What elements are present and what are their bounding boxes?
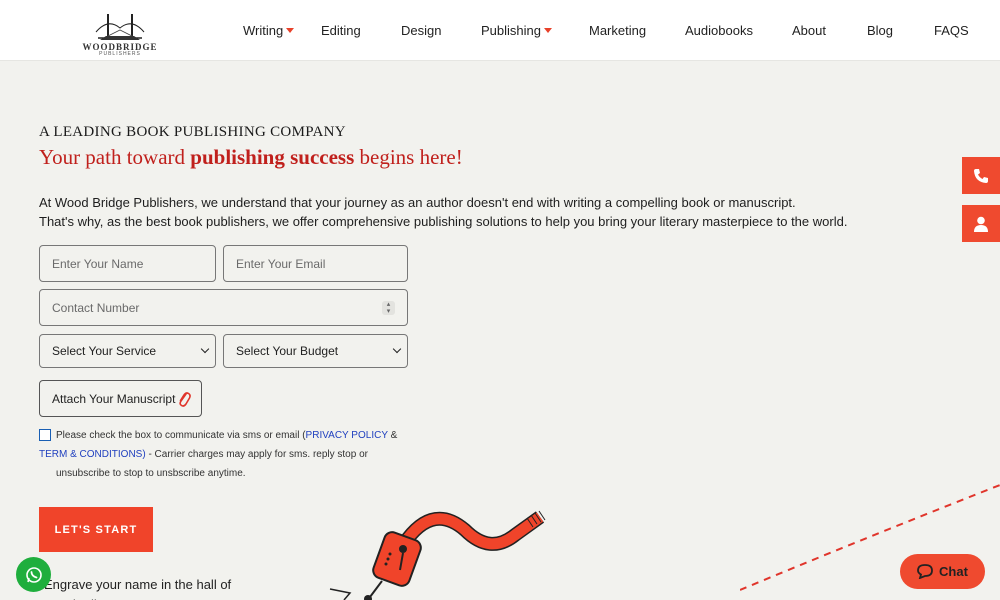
nav-label: Editing <box>321 23 361 38</box>
site-header: WOODBRIDGE PUBLISHERS Writing Editing De… <box>0 0 1000 61</box>
name-input[interactable] <box>52 256 215 271</box>
nav-label: Design <box>401 23 442 38</box>
hero-headline: Your path toward publishing success begi… <box>39 145 463 170</box>
consent-text-part: & <box>387 430 398 441</box>
nav-label: Audiobooks <box>685 23 753 38</box>
nav-writing[interactable]: Writing <box>243 23 295 38</box>
hero-eyebrow: A LEADING BOOK PUBLISHING COMPANY <box>39 124 346 140</box>
nav-label: About <box>792 23 826 38</box>
phone-field[interactable]: ▴▾ <box>39 289 408 326</box>
nav-blog[interactable]: Blog <box>867 23 893 38</box>
terms-link[interactable]: TERM & CONDITIONS) <box>39 449 146 460</box>
chat-bubble-icon <box>917 564 933 579</box>
chat-button[interactable]: Chat <box>900 554 985 589</box>
lets-start-button[interactable]: LET'S START <box>39 507 153 552</box>
site-logo[interactable]: WOODBRIDGE PUBLISHERS <box>82 10 158 57</box>
email-input[interactable] <box>236 256 407 271</box>
nav-label: Publishing <box>481 23 541 38</box>
logo-subtitle: PUBLISHERS <box>99 51 141 57</box>
chevron-down-icon <box>200 344 210 354</box>
intro-line: That's why, as the best book publishers,… <box>39 214 848 229</box>
name-field[interactable] <box>39 245 216 282</box>
bridge-logo-icon <box>95 14 145 40</box>
phone-input[interactable] <box>52 300 407 315</box>
engrave-text: Engrave your name in the hall of popular… <box>44 577 232 600</box>
phone-icon <box>974 168 988 183</box>
nav-faqs[interactable]: FAQS <box>934 23 969 38</box>
caret-down-icon <box>286 28 295 34</box>
sms-consent: Please check the box to communicate via … <box>39 426 419 483</box>
nav-label: Writing <box>243 23 284 38</box>
nav-label: FAQS <box>934 23 969 38</box>
headline-emphasis: publishing success <box>190 145 355 169</box>
attach-label: Attach Your Manuscript <box>52 391 176 406</box>
pen-ribbon-illustration <box>329 510 546 600</box>
caret-down-icon <box>544 28 552 34</box>
intro-line: At Wood Bridge Publishers, we understand… <box>39 195 796 210</box>
budget-select-value: Select Your Budget <box>236 344 339 358</box>
headline-part: Your path toward <box>39 145 191 169</box>
nav-about[interactable]: About <box>792 23 826 38</box>
privacy-policy-link[interactable]: PRIVACY POLICY <box>306 430 388 441</box>
email-field[interactable] <box>223 245 408 282</box>
consent-text-part: Please check the box to communicate via … <box>56 430 306 441</box>
nav-publishing[interactable]: Publishing <box>481 23 552 38</box>
headline-part: begins here! <box>354 145 463 169</box>
nav-label: Marketing <box>589 23 647 38</box>
nav-editing[interactable]: Editing <box>321 23 361 38</box>
nav-label: Blog <box>867 23 894 38</box>
whatsapp-button[interactable] <box>16 557 51 592</box>
service-select-value: Select Your Service <box>52 344 157 358</box>
call-tab[interactable] <box>962 157 1000 194</box>
number-spinner[interactable]: ▴ ▾ <box>382 301 395 315</box>
nav-design[interactable]: Design <box>401 23 441 38</box>
paperclip-icon <box>179 392 191 407</box>
attach-manuscript-button[interactable]: Attach Your Manuscript <box>39 380 202 417</box>
consent-checkbox[interactable] <box>39 429 51 441</box>
chevron-down-icon <box>392 344 402 354</box>
nav-marketing[interactable]: Marketing <box>589 23 646 38</box>
budget-select[interactable]: Select Your Budget <box>223 334 408 368</box>
whatsapp-icon <box>25 566 42 583</box>
user-icon <box>974 216 988 232</box>
nav-audiobooks[interactable]: Audiobooks <box>685 23 753 38</box>
consent-text: Please check the box to communicate via … <box>39 426 419 483</box>
hero-intro: At Wood Bridge Publishers, we understand… <box>39 193 859 231</box>
chat-label: Chat <box>939 564 968 579</box>
service-select[interactable]: Select Your Service <box>39 334 216 368</box>
profile-tab[interactable] <box>962 205 1000 242</box>
